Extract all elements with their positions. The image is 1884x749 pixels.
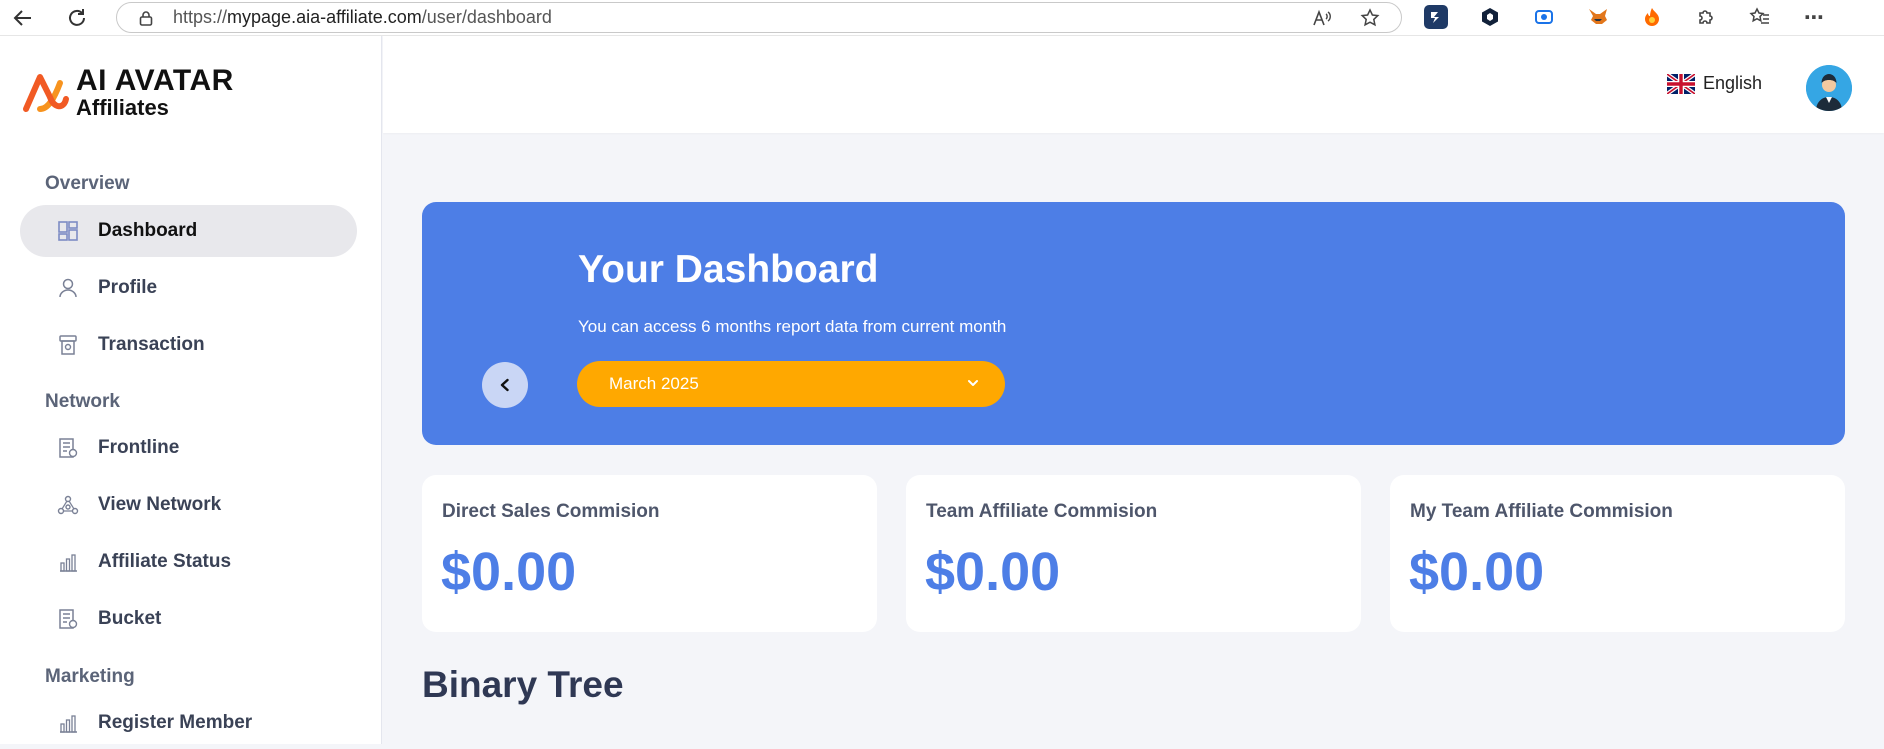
section-title-network: Network xyxy=(45,391,120,412)
binary-tree-heading: Binary Tree xyxy=(422,664,624,705)
more-menu-icon[interactable]: ⋯ xyxy=(1802,5,1826,29)
sidebar: AI AVATAR Affiliates Overview Dashboard … xyxy=(0,36,382,744)
user-icon xyxy=(56,276,80,300)
card-value: $0.00 xyxy=(925,542,1061,602)
card-title: My Team Affiliate Commision xyxy=(1410,501,1673,522)
list-icon xyxy=(56,436,80,460)
sidebar-item-label: Dashboard xyxy=(98,220,198,241)
sidebar-item-label: Bucket xyxy=(98,608,162,629)
extension-1-icon[interactable] xyxy=(1424,5,1448,29)
sidebar-item-label: Affiliate Status xyxy=(98,551,232,572)
card-value: $0.00 xyxy=(1409,542,1545,602)
section-title-marketing: Marketing xyxy=(45,666,135,687)
sidebar-item-label: Profile xyxy=(98,277,158,298)
sidebar-item-frontline[interactable]: Frontline xyxy=(20,422,357,474)
sidebar-item-bucket[interactable]: Bucket xyxy=(20,593,357,645)
avatar[interactable] xyxy=(1806,65,1852,111)
brand-title: AI AVATAR xyxy=(76,64,234,97)
receipt-icon xyxy=(56,333,80,357)
top-header: English xyxy=(383,36,1884,133)
language-label: English xyxy=(1703,73,1763,93)
chevron-down-icon xyxy=(968,380,978,386)
page-title: Your Dashboard xyxy=(578,248,879,291)
brand-logo[interactable]: AI AVATAR Affiliates xyxy=(20,66,234,119)
card-title: Direct Sales Commision xyxy=(442,501,660,522)
browser-toolbar: https://mypage.aia-affiliate.com/user/da… xyxy=(0,0,1884,36)
metamask-fox-icon[interactable] xyxy=(1586,5,1610,29)
dashboard-icon xyxy=(56,219,80,243)
chevron-left-icon xyxy=(500,378,509,392)
sidebar-item-label: Register Member xyxy=(98,712,253,733)
user-avatar-icon xyxy=(1806,65,1852,111)
card-title: Team Affiliate Commision xyxy=(926,501,1158,522)
list-icon xyxy=(56,607,80,631)
section-title-overview: Overview xyxy=(45,173,130,194)
sidebar-item-view-network[interactable]: View Network xyxy=(20,479,357,531)
reload-icon[interactable] xyxy=(64,5,90,31)
dashboard-banner: Your Dashboard You can access 6 months r… xyxy=(422,202,1845,445)
uk-flag-icon xyxy=(1667,73,1695,94)
brand-subtitle: Affiliates xyxy=(76,95,169,120)
sidebar-item-register-member[interactable]: Register Member xyxy=(20,697,357,749)
previous-month-button[interactable] xyxy=(482,362,528,408)
my-team-affiliate-commission-card: My Team Affiliate Commision $0.00 xyxy=(1390,475,1845,632)
selected-month: March 2025 xyxy=(609,374,699,393)
network-icon xyxy=(56,493,80,517)
extension-2-icon[interactable] xyxy=(1478,5,1502,29)
sidebar-item-affiliate-status[interactable]: Affiliate Status xyxy=(20,536,357,588)
sidebar-item-transaction[interactable]: Transaction xyxy=(20,319,357,371)
month-select[interactable]: March 2025 xyxy=(577,361,1005,407)
sidebar-item-dashboard[interactable]: Dashboard xyxy=(20,205,357,257)
lock-icon[interactable] xyxy=(139,10,153,26)
extension-5-icon[interactable] xyxy=(1640,5,1664,29)
sidebar-item-label: Frontline xyxy=(98,437,180,458)
card-value: $0.00 xyxy=(441,542,577,602)
read-aloud-icon[interactable] xyxy=(1311,7,1333,29)
favorite-star-icon[interactable] xyxy=(1359,7,1381,29)
logo-mark-icon xyxy=(23,73,69,112)
sidebar-item-label: Transaction xyxy=(98,334,205,355)
language-selector[interactable]: English xyxy=(1667,73,1762,94)
bar-chart-icon xyxy=(56,711,80,735)
favorites-icon[interactable] xyxy=(1748,5,1772,29)
extensions-puzzle-icon[interactable] xyxy=(1694,5,1718,29)
team-affiliate-commission-card: Team Affiliate Commision $0.00 xyxy=(906,475,1361,632)
url-text: https://mypage.aia-affiliate.com/user/da… xyxy=(173,7,552,27)
bar-chart-icon xyxy=(56,550,80,574)
direct-sales-commission-card: Direct Sales Commision $0.00 xyxy=(422,475,877,632)
address-bar[interactable]: https://mypage.aia-affiliate.com/user/da… xyxy=(116,2,1402,33)
banner-subtitle: You can access 6 months report data from… xyxy=(578,317,1007,336)
sidebar-item-label: View Network xyxy=(98,494,222,515)
extension-3-icon[interactable] xyxy=(1532,5,1556,29)
sidebar-item-profile[interactable]: Profile xyxy=(20,262,357,314)
back-icon[interactable] xyxy=(10,5,36,31)
